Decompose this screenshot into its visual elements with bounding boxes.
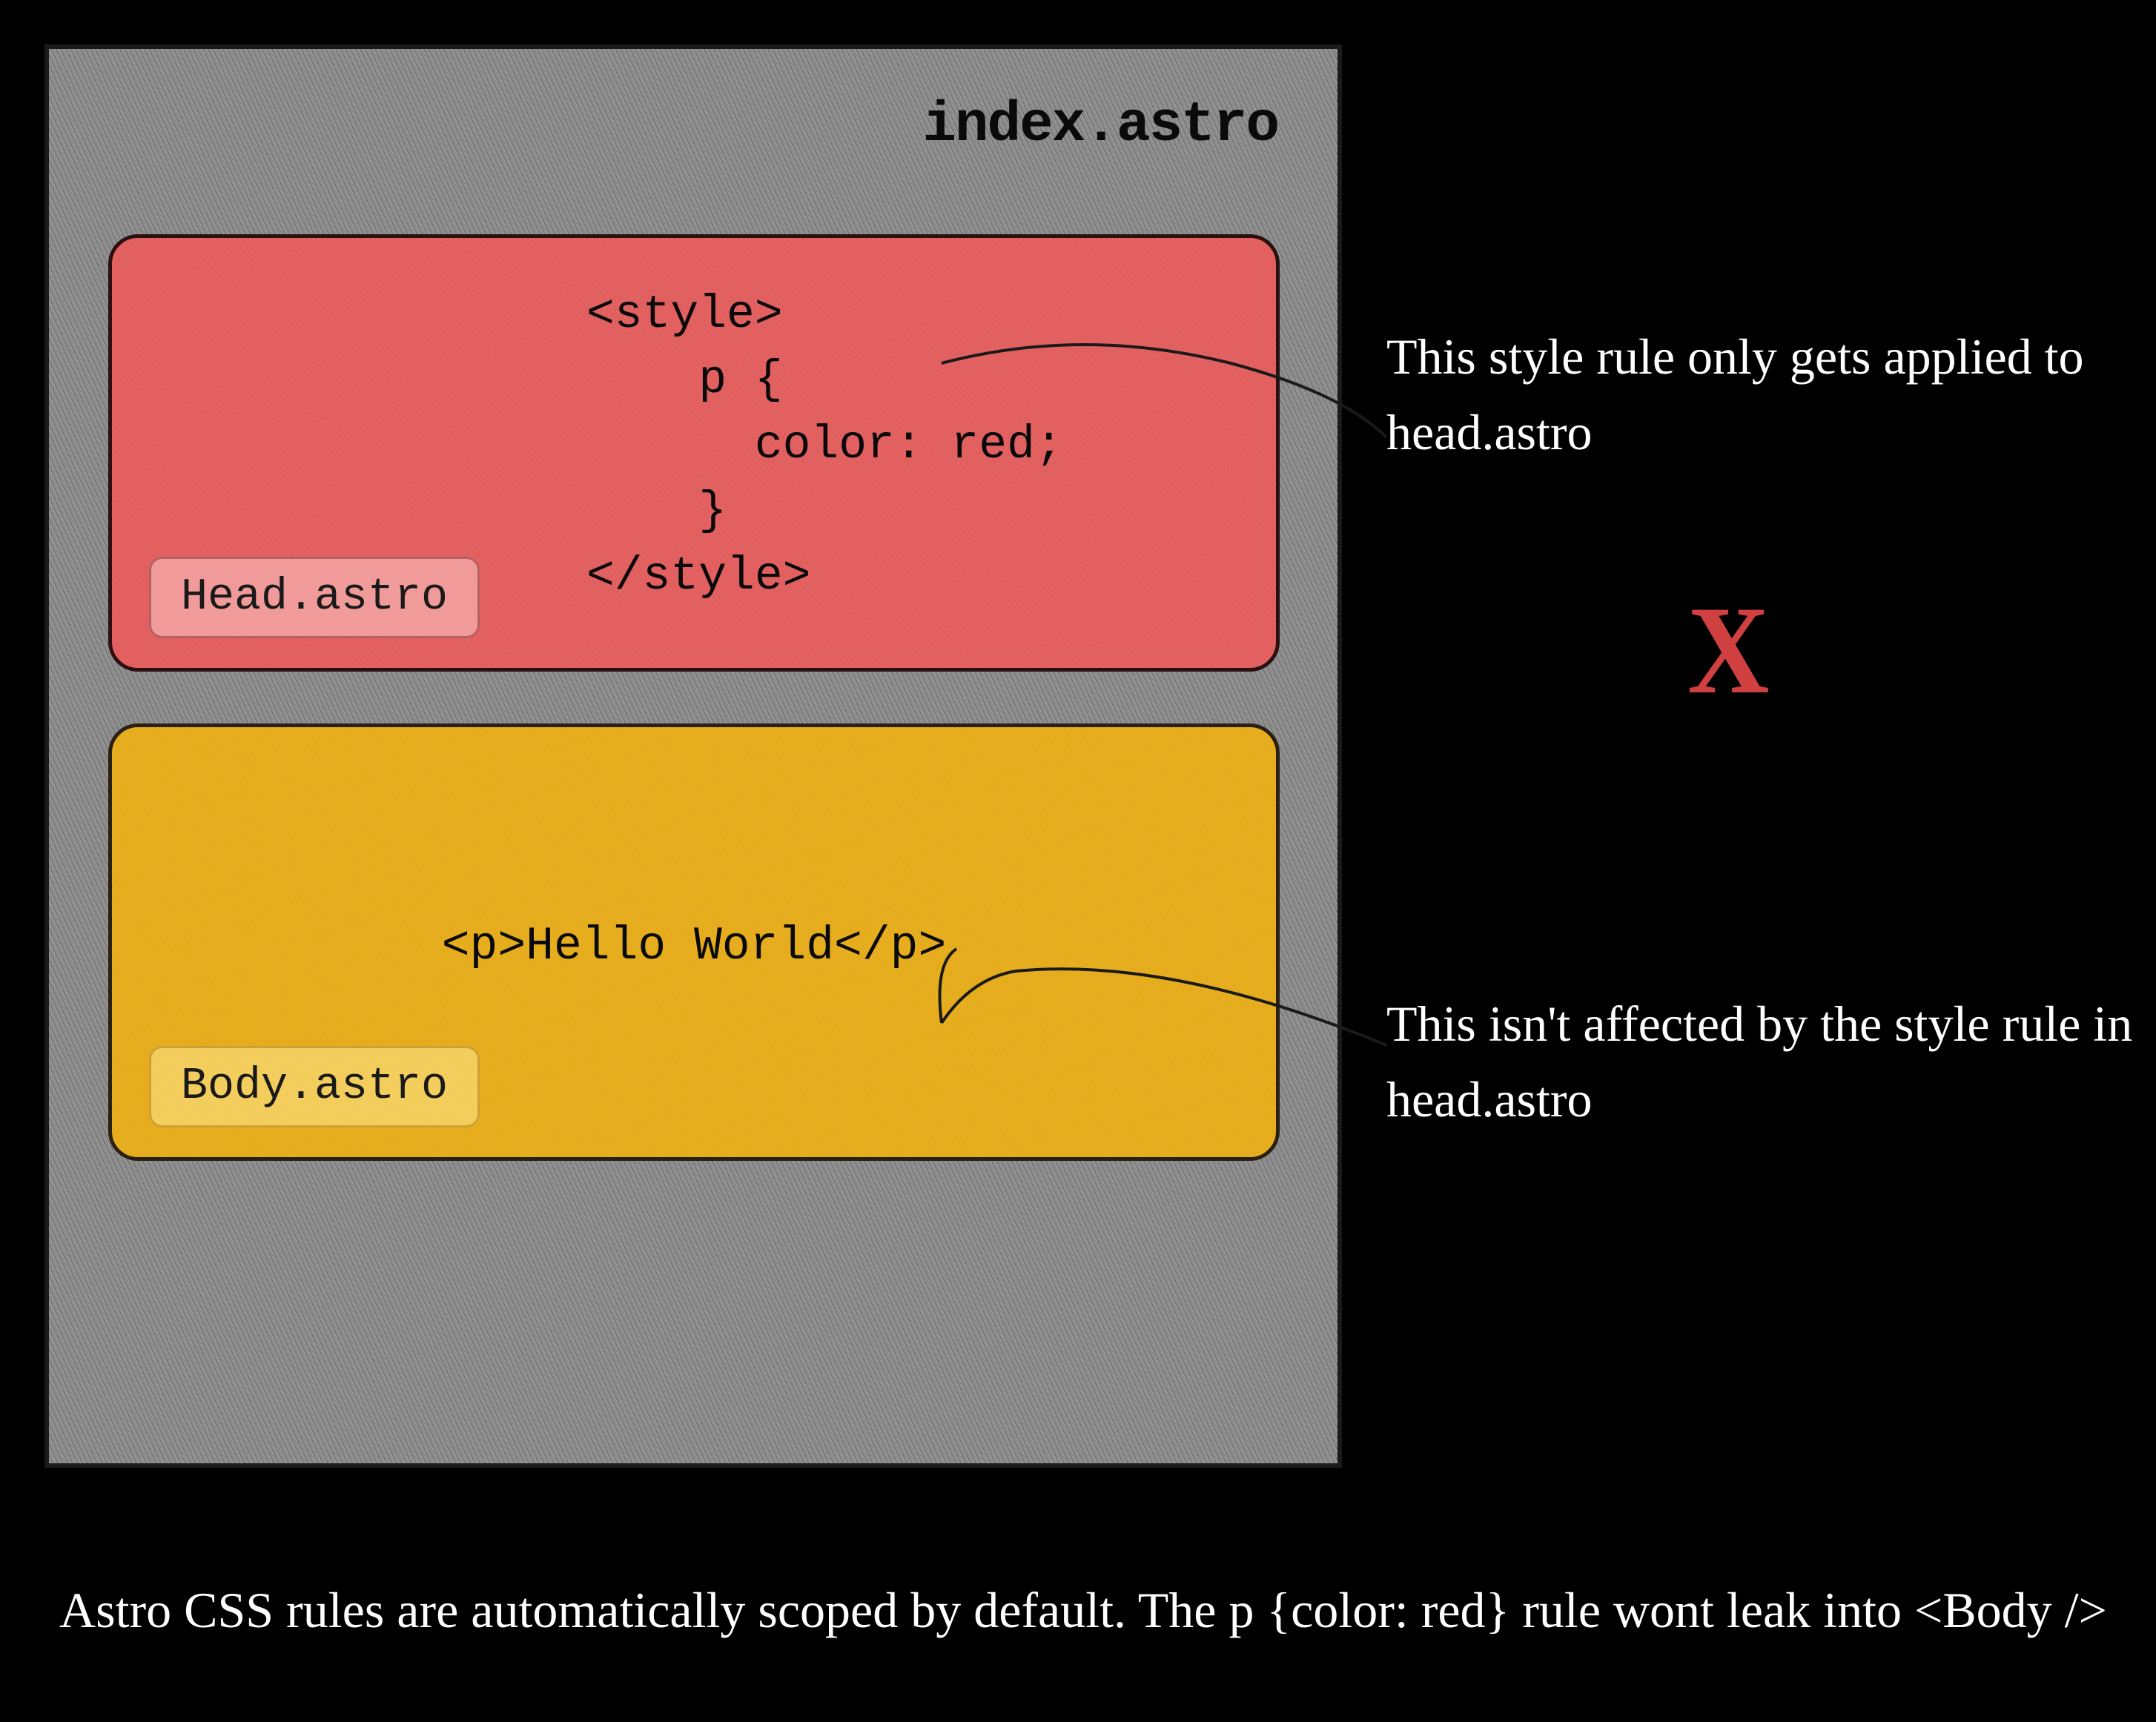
body-component-box: <p>Hello World</p> Body.astro [108,723,1280,1161]
annotation-top: This style rule only gets applied to hea… [1386,319,2156,470]
body-label-badge: Body.astro [149,1046,480,1127]
footer-annotation: Astro CSS rules are automatically scoped… [59,1572,2107,1648]
head-code-block: <style> p { color: red; } </style> [586,282,1063,609]
container-title: index.astro [922,93,1278,157]
head-label-badge: Head.astro [149,557,480,638]
annotation-bottom: This isn't affected by the style rule in… [1386,986,2156,1137]
head-component-box: <style> p { color: red; } </style> Head.… [108,234,1280,672]
index-container: index.astro <style> p { color: red; } </… [44,44,1342,1468]
x-mark-icon: X [1687,578,1770,723]
body-code-block: <p>Hello World</p> [112,920,1276,973]
